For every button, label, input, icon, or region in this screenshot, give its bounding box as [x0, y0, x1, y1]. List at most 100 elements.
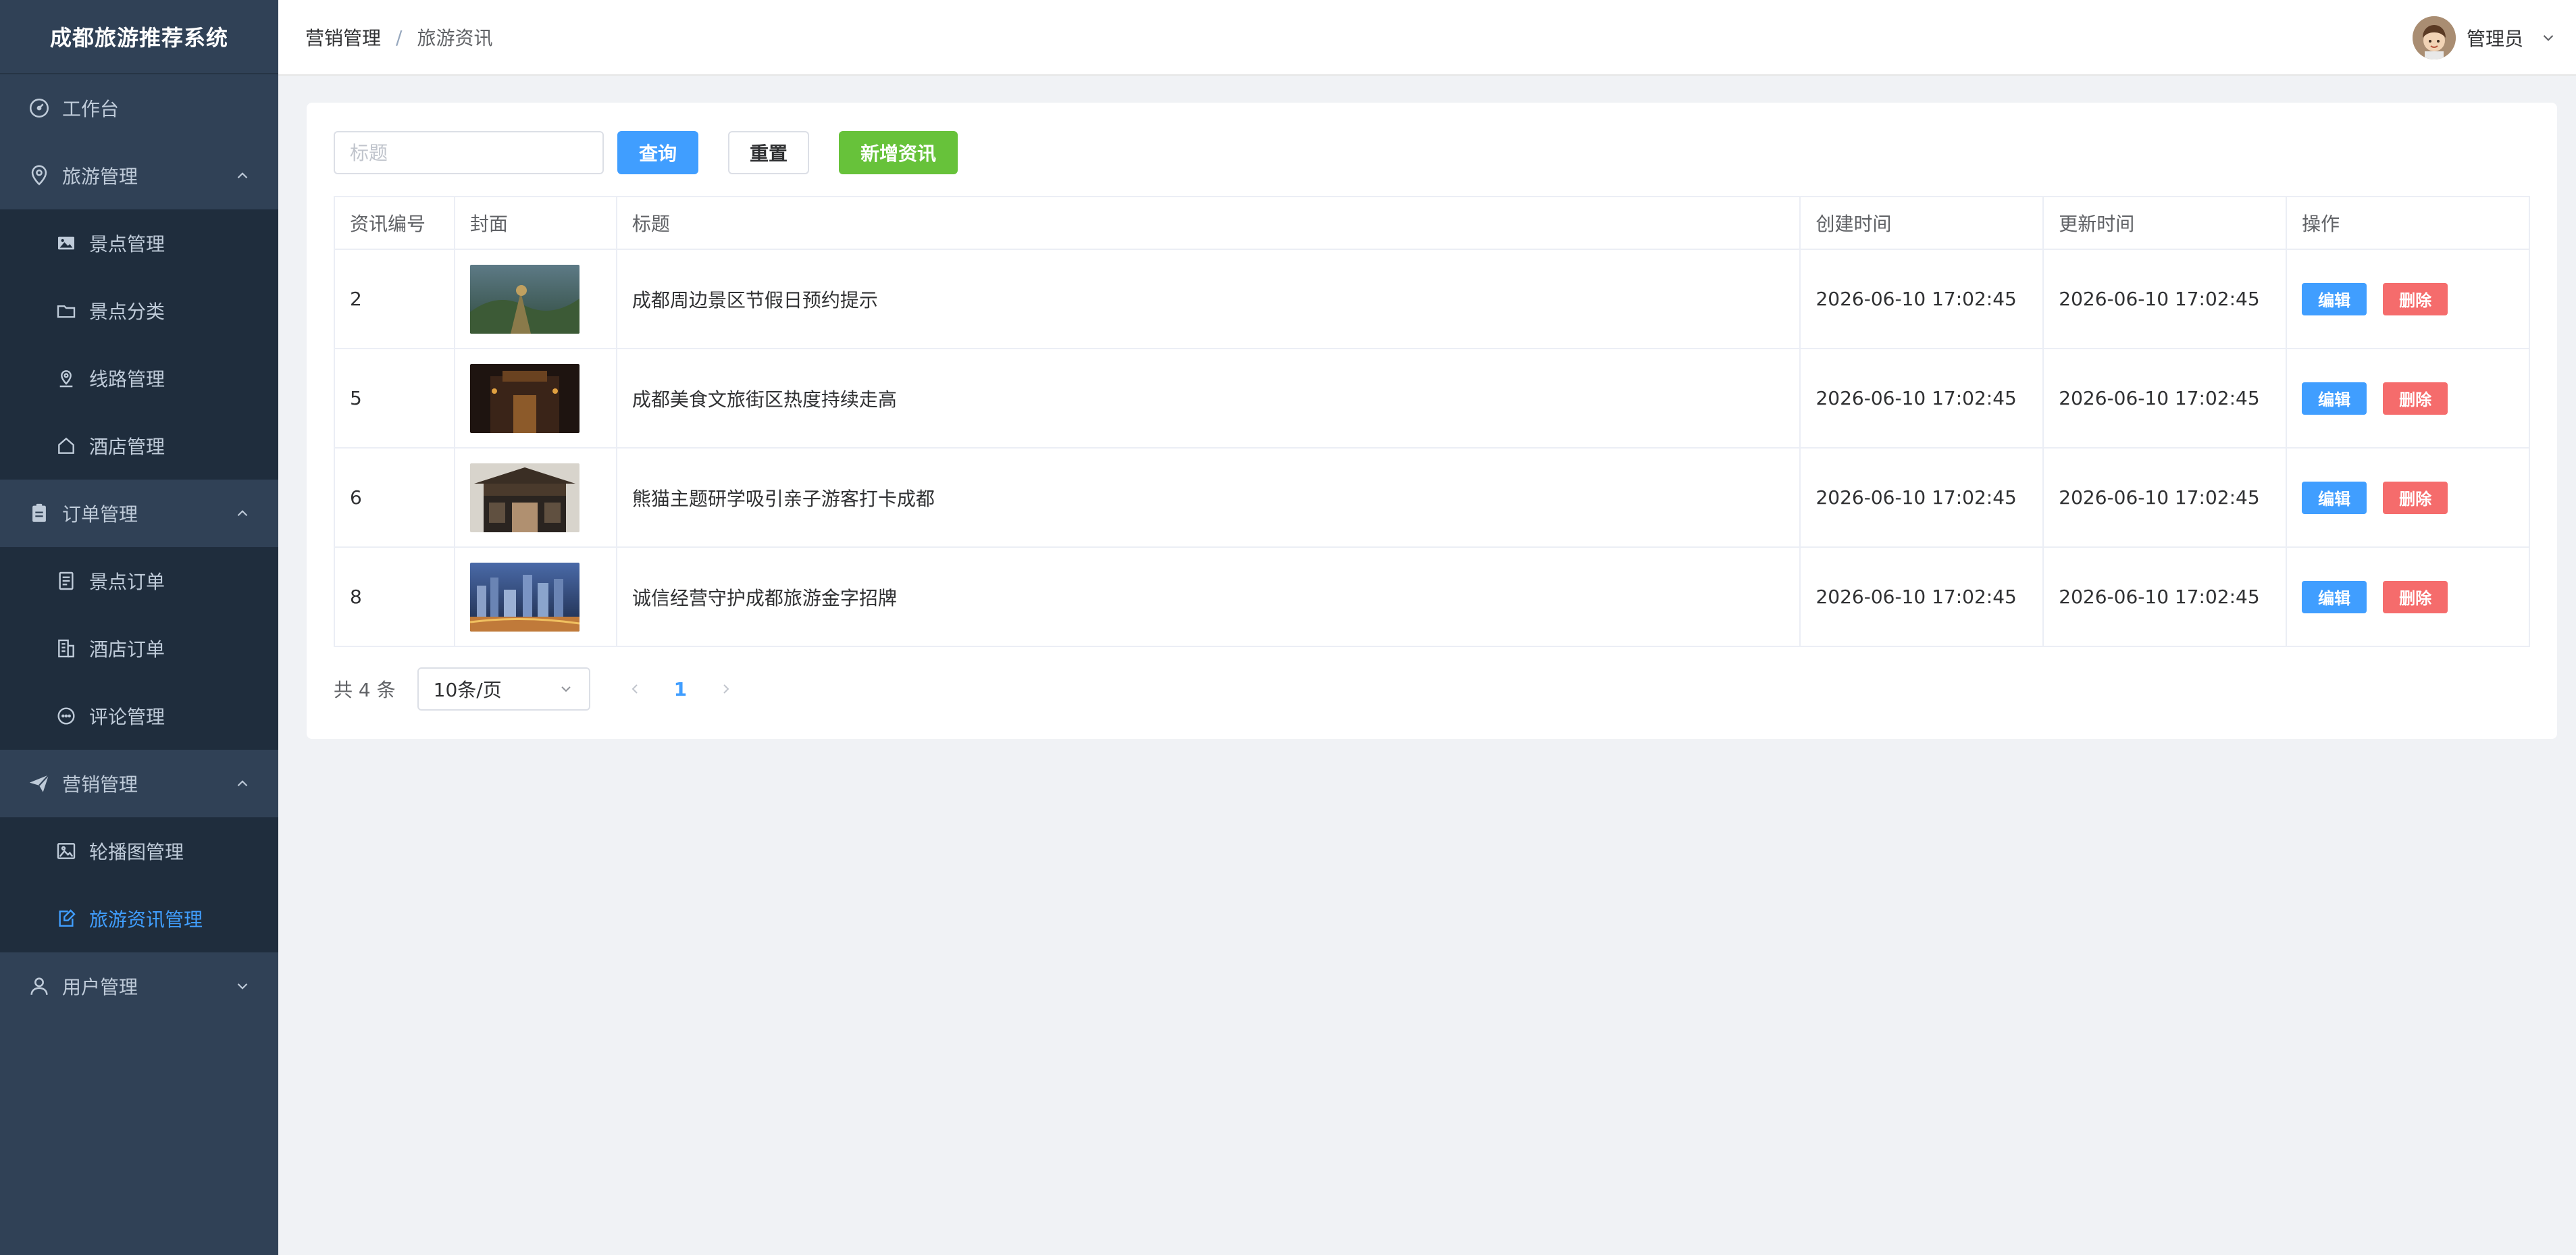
- edit-button[interactable]: 编辑: [2302, 481, 2367, 514]
- building-icon: [54, 636, 78, 661]
- cover-image[interactable]: [469, 363, 579, 433]
- edit-button[interactable]: 编辑: [2302, 282, 2367, 315]
- menu-label: 景点订单: [89, 571, 165, 593]
- reset-button[interactable]: 重置: [728, 131, 809, 174]
- menu-label: 订单管理: [62, 503, 138, 526]
- cover-image[interactable]: [469, 264, 579, 334]
- menu-label: 旅游管理: [62, 165, 138, 188]
- picture-icon: [54, 231, 78, 255]
- user-name: 管理员: [2466, 28, 2523, 50]
- clipboard-icon: [27, 501, 51, 526]
- sidebar-item-scenic-category[interactable]: 景点分类: [0, 277, 278, 344]
- cell-id: 6: [334, 447, 455, 548]
- breadcrumb-separator: /: [396, 26, 403, 49]
- column-header-cover: 封面: [453, 196, 617, 250]
- menu-label: 评论管理: [89, 706, 165, 728]
- sidebar-item-scenic-order[interactable]: 景点订单: [0, 547, 278, 615]
- cell-title: 成都美食文旅街区热度持续走高: [615, 348, 1801, 449]
- next-page-icon[interactable]: [718, 681, 734, 697]
- menu-label: 酒店订单: [89, 638, 165, 661]
- cell-updated: 2026-06-10 17:02:45: [2042, 249, 2288, 349]
- delete-button[interactable]: 删除: [2383, 282, 2448, 315]
- column-header-actions: 操作: [2286, 196, 2530, 250]
- menu-label: 用户管理: [62, 976, 138, 998]
- menu-group-travel[interactable]: 旅游管理: [0, 142, 278, 209]
- sidebar-item-comments[interactable]: 评论管理: [0, 682, 278, 750]
- cell-id: 8: [334, 546, 455, 647]
- cell-actions: 编辑 删除: [2286, 249, 2530, 349]
- sidebar-item-travel-news[interactable]: 旅游资讯管理: [0, 885, 278, 952]
- chevron-down-icon: [2543, 34, 2554, 41]
- cell-cover: [453, 546, 617, 647]
- menu-item-workbench[interactable]: 工作台: [0, 74, 278, 142]
- cell-id: 2: [334, 249, 455, 349]
- prev-page-icon[interactable]: [627, 681, 643, 697]
- table-header-row: 资讯编号 封面 标题 创建时间 更新时间 操作: [334, 196, 2530, 250]
- table-row: 2 成都周边景区节假日预约提示 2026-06-10 17:02:45 2026…: [334, 249, 2530, 349]
- chevron-up-icon: [237, 510, 248, 517]
- cell-updated: 2026-06-10 17:02:45: [2042, 546, 2288, 647]
- table-row: 6 熊猫主题研学吸引亲子游客打卡成都 2026-06-10 17:02:45 2…: [334, 447, 2530, 548]
- cell-title: 成都周边景区节假日预约提示: [615, 249, 1801, 349]
- app-title: 成都旅游推荐系统: [0, 0, 278, 74]
- menu-label: 景点分类: [89, 301, 165, 323]
- sidebar-item-carousel[interactable]: 轮播图管理: [0, 817, 278, 885]
- cell-created: 2026-06-10 17:02:45: [1799, 546, 2044, 647]
- delete-button[interactable]: 删除: [2383, 481, 2448, 514]
- chevron-down-icon: [561, 686, 571, 692]
- breadcrumb-current: 旅游资讯: [417, 27, 493, 49]
- menu-label: 线路管理: [89, 368, 165, 390]
- user-menu[interactable]: 管理员: [2412, 14, 2557, 62]
- chevron-up-icon: [237, 172, 248, 179]
- page-size-value: 10条/页: [433, 679, 502, 701]
- table-row: 5 成都美食文旅街区热度持续走高 2026-06-10 17:02:45 202…: [334, 348, 2530, 449]
- delete-button[interactable]: 删除: [2383, 382, 2448, 415]
- title-search-input[interactable]: [334, 131, 604, 174]
- house-icon: [54, 434, 78, 458]
- page-number-current[interactable]: 1: [674, 678, 687, 700]
- cell-created: 2026-06-10 17:02:45: [1799, 447, 2044, 548]
- edit-button[interactable]: 编辑: [2302, 580, 2367, 613]
- location-icon: [27, 163, 51, 188]
- chevron-down-icon: [237, 983, 248, 990]
- sidebar-item-scenic[interactable]: 景点管理: [0, 209, 278, 277]
- table-row: 8 诚信经营守护成都旅游金字招牌 2026-06-10 17:02:45 202…: [334, 546, 2530, 647]
- menu-group-orders[interactable]: 订单管理: [0, 480, 278, 547]
- cell-created: 2026-06-10 17:02:45: [1799, 348, 2044, 449]
- cell-id: 5: [334, 348, 455, 449]
- delete-button[interactable]: 删除: [2383, 580, 2448, 613]
- cell-actions: 编辑 删除: [2286, 546, 2530, 647]
- menu-group-users[interactable]: 用户管理: [0, 952, 278, 1020]
- column-header-id: 资讯编号: [334, 196, 455, 250]
- search-button[interactable]: 查询: [617, 131, 698, 174]
- column-header-updated: 更新时间: [2042, 196, 2288, 250]
- cell-cover: [453, 447, 617, 548]
- avatar: [2412, 16, 2456, 59]
- map-pin-icon: [54, 366, 78, 390]
- cell-created: 2026-06-10 17:02:45: [1799, 249, 2044, 349]
- chevron-up-icon: [237, 780, 248, 787]
- news-table: 资讯编号 封面 标题 创建时间 更新时间 操作 2 成都周边景区节假日预约提示 …: [334, 196, 2530, 647]
- sidebar-item-hotel-order[interactable]: 酒店订单: [0, 615, 278, 682]
- top-header: 营销管理 / 旅游资讯 管理员: [278, 0, 2576, 76]
- menu-group-marketing[interactable]: 营销管理: [0, 750, 278, 817]
- search-toolbar: 查询 重置 新增资讯: [334, 131, 958, 174]
- add-news-button[interactable]: 新增资讯: [839, 131, 958, 174]
- page-size-select[interactable]: 10条/页: [417, 667, 590, 711]
- cell-title: 熊猫主题研学吸引亲子游客打卡成都: [615, 447, 1801, 548]
- sidebar-item-route[interactable]: 线路管理: [0, 344, 278, 412]
- sidebar-item-hotel[interactable]: 酒店管理: [0, 412, 278, 480]
- chat-bubble-icon: [54, 704, 78, 728]
- paper-plane-icon: [27, 771, 51, 796]
- document-icon: [54, 569, 78, 593]
- cover-image[interactable]: [469, 463, 579, 532]
- dashboard-icon: [27, 96, 51, 120]
- breadcrumb: 营销管理 / 旅游资讯: [305, 24, 492, 51]
- edit-button[interactable]: 编辑: [2302, 382, 2367, 415]
- menu-label: 酒店管理: [89, 436, 165, 458]
- cover-image[interactable]: [469, 562, 579, 632]
- menu-label: 工作台: [62, 98, 120, 120]
- menu-label: 轮播图管理: [89, 841, 184, 863]
- breadcrumb-item[interactable]: 营销管理: [305, 24, 381, 51]
- total-count: 共 4 条: [334, 679, 396, 701]
